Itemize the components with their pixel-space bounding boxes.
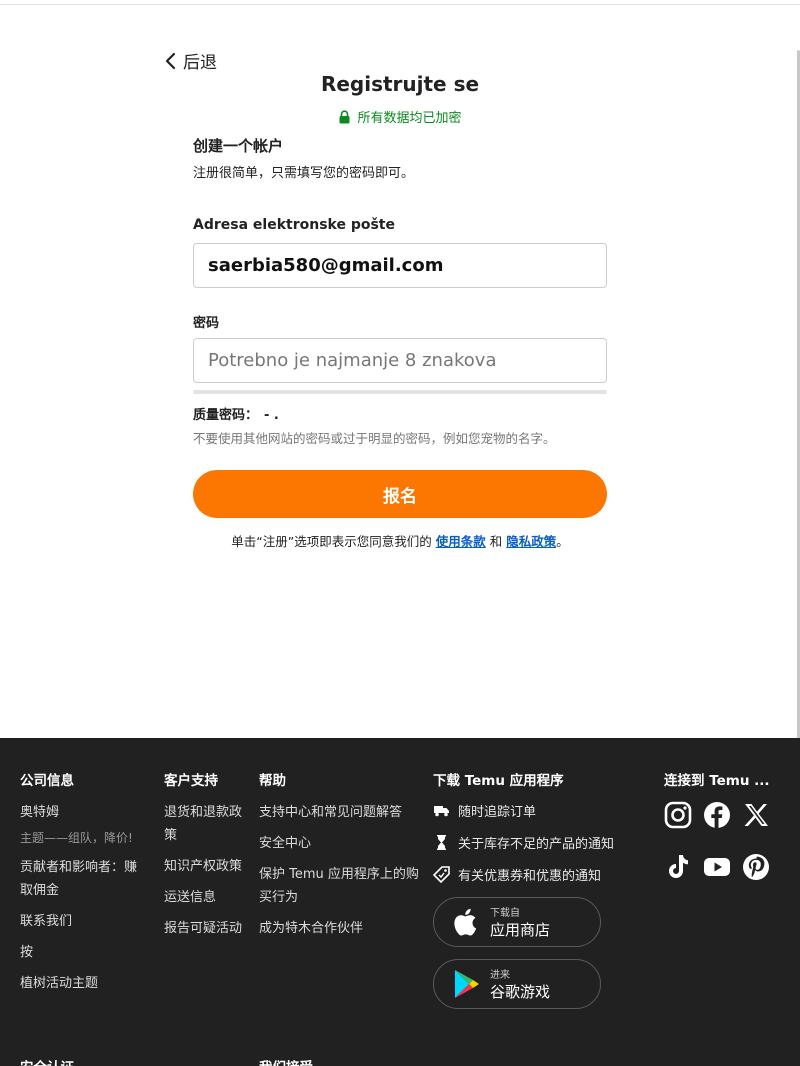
password-label: 密码 (193, 316, 220, 331)
terms-prefix: 单击“注册”选项即表示您同意我们的 (231, 534, 432, 549)
footer-link[interactable]: 成为特木合作伙伴 (259, 917, 419, 940)
password-hint: 不要使用其他网站的密码或过于明显的密码，例如您宠物的名字。 (193, 431, 556, 446)
footer-help-column: 帮助 支持中心和常见问题解答 安全中心 保护 Temu 应用程序上的购买行为 成… (259, 769, 419, 948)
footer-company-heading: 公司信息 (20, 773, 74, 789)
footer-app-heading: 下载 Temu 应用程序 (433, 773, 564, 789)
footer-link[interactable]: 退货和退款政策 (164, 801, 244, 847)
secure-text: 所有数据均已加密 (357, 111, 462, 126)
google-play-big: 谷歌游戏 (490, 983, 551, 1001)
footer-link[interactable]: 运送信息 (164, 886, 244, 909)
app-store-small: 下载自 (490, 908, 520, 919)
footer-link[interactable]: 联系我们 (20, 910, 145, 933)
secure-notice: 所有数据均已加密 (0, 107, 800, 126)
password-strength-bar (193, 390, 607, 394)
strength-label: 质量密码： (193, 408, 259, 423)
footer-link[interactable]: 贡献者和影响者：赚取佣金 (20, 856, 145, 902)
password-strength: 质量密码： - . (193, 404, 279, 423)
terms-text: 单击“注册”选项即表示您同意我们的 使用条款 和 隐私政策。 (193, 531, 607, 550)
privacy-policy-link[interactable]: 隐私政策 (506, 534, 556, 549)
youtube-icon[interactable] (703, 853, 731, 881)
lock-icon (339, 109, 350, 123)
terms-of-use-link[interactable]: 使用条款 (436, 534, 486, 549)
page-title: Registrujte se (320, 72, 480, 96)
social-links (664, 801, 784, 881)
app-store-text: 下载自 应用商店 (490, 904, 550, 940)
footer-link-subtext: 主题——组队，降价! (20, 831, 133, 845)
instagram-icon[interactable] (664, 801, 692, 829)
signup-form: 创建一个帐户 注册很简单，只需填写您的密码即可。 Adresa elektron… (193, 135, 607, 549)
signup-button[interactable]: 报名 (193, 470, 607, 518)
tiktok-icon[interactable] (664, 853, 692, 881)
footer-link[interactable]: 知识产权政策 (164, 855, 244, 878)
x-twitter-icon[interactable] (742, 801, 770, 829)
footer-support-column: 客户支持 退货和退款政策 知识产权政策 运送信息 报告可疑活动 (164, 769, 244, 948)
footer-link[interactable]: 安全中心 (259, 832, 419, 855)
footer-app-column: 下载 Temu 应用程序 随时追踪订单 关于库存不足的产品的通知 有关优惠券和优… (433, 769, 633, 1009)
password-field-wrapper (193, 338, 607, 383)
email-value: saerbia580@gmail.com (208, 255, 444, 276)
apple-icon (454, 908, 477, 936)
email-field[interactable]: saerbia580@gmail.com (193, 243, 607, 288)
terms-suffix: 。 (556, 534, 569, 549)
footer-link[interactable]: 报告可疑活动 (164, 917, 244, 940)
google-play-icon (455, 970, 479, 998)
notif-low-stock: 关于库存不足的产品的通知 (433, 833, 633, 852)
signup-label: 报名 (383, 486, 417, 507)
footer-help-heading: 帮助 (259, 773, 286, 789)
footer-link[interactable]: 支持中心和常见问题解答 (259, 801, 419, 824)
google-play-small: 进来 (490, 970, 510, 981)
footer-link[interactable]: 植树活动主题 (20, 972, 145, 995)
security-certification-heading: 安全认证 (20, 1056, 74, 1066)
facebook-icon[interactable] (703, 801, 731, 829)
notif-coupons: 有关优惠券和优惠的通知 (433, 865, 633, 884)
app-store-big: 应用商店 (490, 921, 551, 939)
form-heading: 创建一个帐户 (193, 137, 284, 155)
footer-support-heading: 客户支持 (164, 773, 218, 789)
footer-company-column: 公司信息 奥特姆 主题——组队，降价! 贡献者和影响者：赚取佣金 联系我们 按 … (20, 769, 145, 1003)
footer: 公司信息 奥特姆 主题——组队，降价! 贡献者和影响者：赚取佣金 联系我们 按 … (0, 738, 800, 1066)
back-button[interactable]: 后退 (163, 48, 217, 73)
top-divider (0, 4, 800, 5)
back-label: 后退 (183, 53, 217, 73)
strength-value: - . (264, 408, 279, 423)
notif-text: 有关优惠券和优惠的通知 (458, 869, 602, 884)
footer-link[interactable]: 保护 Temu 应用程序上的购买行为 (259, 863, 419, 909)
we-accept-heading: 我们接受 (259, 1056, 313, 1066)
google-play-button[interactable]: 进来 谷歌游戏 (433, 959, 601, 1009)
pinterest-icon[interactable] (742, 853, 770, 881)
app-store-button[interactable]: 下载自 应用商店 (433, 897, 601, 947)
chevron-left-icon (165, 52, 176, 69)
password-input[interactable] (208, 350, 592, 371)
footer-link[interactable]: 按 (20, 941, 145, 964)
notif-track-orders: 随时追踪订单 (433, 801, 633, 820)
truck-icon (434, 806, 449, 817)
tag-icon (433, 866, 450, 883)
notif-text: 关于库存不足的产品的通知 (458, 837, 615, 852)
footer-connect-column: 连接到 Temu ... (664, 769, 784, 881)
hourglass-icon (437, 835, 446, 850)
footer-link[interactable]: 奥特姆 (20, 801, 145, 824)
email-label: Adresa elektronske pošte (193, 217, 395, 233)
google-play-text: 进来 谷歌游戏 (490, 966, 550, 1002)
footer-connect-heading: 连接到 Temu ... (664, 773, 770, 789)
terms-and: 和 (489, 534, 503, 549)
notif-text: 随时追踪订单 (458, 805, 537, 820)
form-subheading: 注册很简单，只需填写您的密码即可。 (193, 166, 415, 181)
